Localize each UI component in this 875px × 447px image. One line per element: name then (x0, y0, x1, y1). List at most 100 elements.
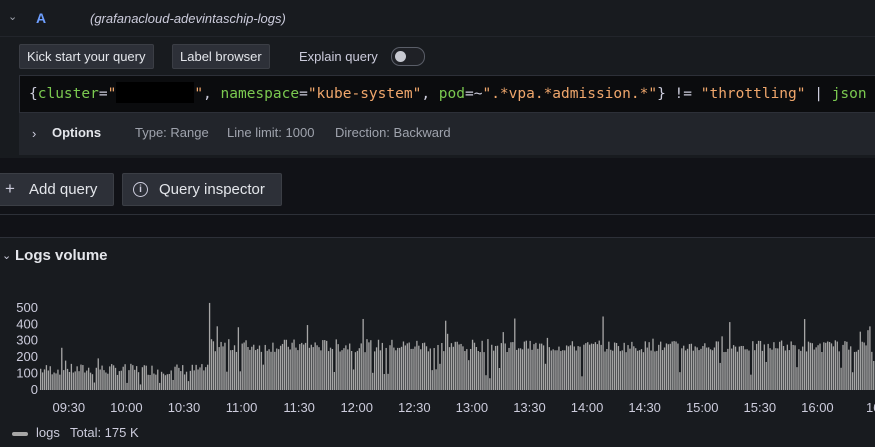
chart-bar[interactable] (763, 344, 765, 390)
chart-bar[interactable] (594, 342, 597, 390)
chart-bar[interactable] (145, 365, 147, 390)
chart-bar[interactable] (851, 372, 854, 390)
chart-bar[interactable] (375, 347, 378, 390)
chart-bar[interactable] (414, 346, 416, 390)
chart-bar[interactable] (642, 352, 645, 390)
chart-bar[interactable] (189, 370, 192, 390)
chart-bar[interactable] (132, 365, 134, 390)
chart-bar[interactable] (230, 350, 232, 390)
chart-bar[interactable] (805, 351, 808, 390)
chart-bar[interactable] (652, 338, 654, 390)
chart-bar[interactable] (853, 351, 856, 390)
chart-bar[interactable] (688, 344, 691, 390)
chart-bar[interactable] (788, 350, 790, 390)
chart-bar[interactable] (212, 341, 215, 390)
chart-bar[interactable] (443, 351, 445, 390)
chart-bar[interactable] (796, 367, 798, 390)
chart-bar[interactable] (828, 341, 831, 390)
chart-bar[interactable] (738, 346, 741, 390)
chart-bar[interactable] (364, 352, 366, 390)
chart-bar[interactable] (400, 346, 403, 390)
chart-bar[interactable] (84, 372, 86, 390)
chart-bar[interactable] (802, 346, 804, 390)
chart-bar[interactable] (717, 341, 719, 390)
chart-bar[interactable] (608, 341, 610, 390)
chart-bar[interactable] (571, 341, 574, 390)
chart-bar[interactable] (602, 316, 604, 390)
chart-bar[interactable] (619, 351, 622, 390)
chart-bar[interactable] (493, 350, 495, 390)
chart-bar[interactable] (759, 340, 762, 390)
chart-bar[interactable] (214, 351, 216, 390)
chart-bar[interactable] (521, 349, 524, 390)
chart-bar[interactable] (475, 347, 478, 390)
chart-bar[interactable] (208, 302, 211, 390)
chart-bar[interactable] (337, 344, 339, 390)
chart-bar[interactable] (794, 345, 796, 390)
chart-bar[interactable] (281, 343, 284, 390)
query-inspector-button[interactable]: i Query inspector (122, 173, 282, 206)
chart-bar[interactable] (713, 347, 716, 390)
chart-bar[interactable] (335, 339, 337, 390)
chart-bar[interactable] (63, 370, 65, 390)
chart-bar[interactable] (698, 350, 700, 390)
chart-bar[interactable] (55, 373, 57, 390)
chart-bar[interactable] (537, 348, 539, 390)
chart-bar[interactable] (372, 372, 374, 390)
chart-bar[interactable] (272, 342, 274, 390)
chart-bar[interactable] (162, 373, 165, 390)
chart-bar[interactable] (176, 364, 178, 390)
chart-bar[interactable] (548, 347, 550, 390)
chart-bar[interactable] (715, 341, 717, 390)
chart-bar[interactable] (266, 350, 268, 390)
chart-bar[interactable] (174, 366, 176, 390)
chart-bar[interactable] (567, 346, 570, 390)
chart-bar[interactable] (590, 343, 593, 390)
chart-bar[interactable] (464, 351, 466, 390)
chart-bar[interactable] (130, 363, 132, 390)
chart-bar[interactable] (600, 344, 602, 390)
chart-bar[interactable] (612, 350, 614, 390)
chart-bar[interactable] (585, 343, 587, 390)
chart-bar[interactable] (201, 364, 203, 390)
chart-bar[interactable] (135, 366, 138, 390)
chart-bar[interactable] (237, 327, 240, 390)
chart-bar[interactable] (207, 364, 209, 390)
chart-bar[interactable] (358, 348, 360, 390)
chart-bar[interactable] (550, 350, 552, 390)
chart-bar[interactable] (823, 342, 825, 390)
chart-bar[interactable] (784, 350, 787, 390)
chart-bar[interactable] (633, 346, 635, 390)
chart-bar[interactable] (750, 374, 752, 390)
chart-bar[interactable] (356, 350, 359, 390)
chart-bar[interactable] (850, 346, 852, 390)
chart-bar[interactable] (452, 346, 455, 390)
chart-bar[interactable] (114, 367, 117, 390)
chevron-down-icon[interactable]: ⌄ (8, 10, 17, 23)
chart-bar[interactable] (446, 333, 449, 390)
chart-bar[interactable] (663, 347, 666, 390)
chart-bar[interactable] (74, 371, 76, 390)
chart-bar[interactable] (604, 351, 606, 390)
chart-bar[interactable] (650, 350, 652, 390)
chart-bar[interactable] (331, 349, 334, 390)
chart-bar[interactable] (769, 348, 771, 390)
chart-bar[interactable] (441, 343, 443, 390)
chart-bar[interactable] (57, 369, 59, 390)
chart-bar[interactable] (573, 346, 575, 390)
chart-bar[interactable] (565, 345, 568, 390)
chart-bar[interactable] (775, 348, 777, 390)
chart-bar[interactable] (832, 346, 835, 390)
chart-bar[interactable] (170, 370, 172, 390)
chart-bar[interactable] (333, 372, 336, 390)
chart-bar[interactable] (596, 344, 598, 390)
chart-bar[interactable] (800, 350, 802, 390)
chart-bar[interactable] (326, 340, 328, 390)
chart-bar[interactable] (82, 365, 84, 390)
chart-bar[interactable] (112, 365, 115, 390)
chart-bar[interactable] (226, 371, 228, 390)
chart-bar[interactable] (529, 340, 531, 390)
chart-bar[interactable] (516, 349, 518, 390)
chart-bar[interactable] (420, 349, 422, 390)
chart-bar[interactable] (172, 379, 174, 390)
